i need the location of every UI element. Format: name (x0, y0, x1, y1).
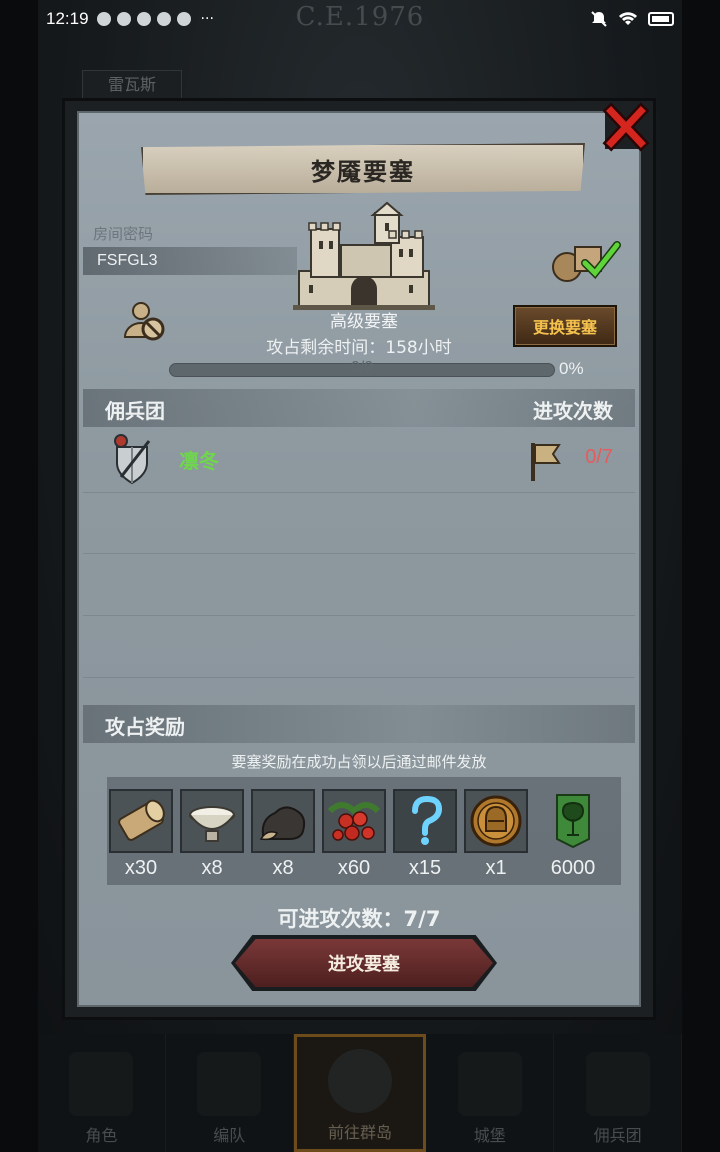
notification-icon (176, 12, 191, 26)
milk-bowl-icon (182, 791, 242, 851)
reward-icon-box (393, 789, 457, 853)
notification-icon (116, 12, 131, 26)
reward-item[interactable]: x60 (322, 789, 386, 880)
mercenary-header: 佣兵团 进攻次数 (83, 389, 635, 427)
status-bar: 12:19 ··· (0, 0, 720, 38)
rewards-header-label: 攻占奖励 (105, 715, 185, 739)
reward-qty: x30 (124, 857, 158, 879)
knight-helmet-coin-icon (466, 791, 526, 851)
supplies-ready-icon (552, 241, 621, 282)
room-code: FSFGL3 (83, 247, 297, 275)
mercenary-attack-count: 0/7 (585, 446, 613, 468)
fortress-dialog: 梦魇要塞 房间密码 FSFGL3 高级要塞 更换要塞 攻占剩余时间：158小时 … (62, 98, 656, 1020)
fortress-castle-icon (293, 201, 435, 310)
mercenary-header-label: 佣兵团 (105, 399, 165, 423)
reward-icon-box (109, 789, 173, 853)
reward-qty: x8 (272, 857, 294, 879)
mercenary-row[interactable]: 凛冬 0/7 (83, 431, 635, 493)
dialog-panel: 梦魇要塞 房间密码 FSFGL3 高级要塞 更换要塞 攻占剩余时间：158小时 … (77, 111, 641, 1007)
empty-row-divider (83, 677, 635, 678)
reward-qty: x1 (485, 857, 507, 879)
close-button[interactable] (599, 101, 651, 153)
available-attack-count: 可进攻次数：7/7 (277, 907, 441, 931)
reward-qty: 6000 (550, 857, 596, 879)
ore-rock-icon (253, 791, 313, 851)
remaining-time: 攻占剩余时间：158小时 (266, 338, 452, 358)
wifi-icon (619, 12, 637, 25)
dialog-title: 梦魇要塞 (311, 157, 415, 186)
reward-icon-box (180, 789, 244, 853)
flag-icon (531, 443, 561, 481)
reward-qty: x15 (408, 857, 442, 879)
mute-icon (591, 11, 607, 27)
notification-icon (136, 12, 151, 26)
reward-item[interactable]: x30 (109, 789, 173, 880)
room-code-label: 房间密码 (93, 225, 154, 243)
mystery-question-icon (395, 791, 455, 851)
wood-log-icon (111, 791, 171, 851)
progress-percent: 0% (559, 359, 584, 378)
empty-row-divider (83, 615, 635, 616)
notification-icon (96, 12, 111, 26)
reward-qty: x60 (337, 857, 371, 879)
reward-item[interactable]: x1 (464, 789, 528, 880)
battery-icon (648, 12, 674, 26)
reward-qty: x8 (201, 857, 223, 879)
rewards-note: 要塞奖励在成功占领以后通过邮件发放 (231, 753, 487, 771)
reward-icon-box (464, 789, 528, 853)
attack-fortress-button[interactable]: 进攻要塞 (235, 939, 493, 987)
reward-icon-box (541, 789, 605, 853)
more-notifications: ··· (200, 11, 214, 27)
reward-item[interactable]: x15 (393, 789, 457, 880)
notification-icon (156, 12, 171, 26)
shield-sword-icon (114, 434, 151, 485)
tree-banner-icon (556, 794, 590, 849)
status-time: 12:19 (46, 9, 89, 28)
reward-icon-box (251, 789, 315, 853)
reward-icon-box (322, 789, 386, 853)
fortress-name: 高级要塞 (330, 312, 398, 332)
rewards-header: 攻占奖励 (83, 705, 635, 743)
mercenary-name: 凛冬 (179, 449, 219, 473)
title-banner: 梦魇要塞 (141, 143, 585, 195)
close-icon (602, 102, 650, 152)
attack-count-header-label: 进攻次数 (533, 399, 613, 423)
reward-item[interactable]: x8 (180, 789, 244, 880)
rewards-strip: x30 x8 x8 x60 x15 x1 6000 (107, 777, 621, 885)
empty-row-divider (83, 553, 635, 554)
reward-item[interactable]: 6000 (541, 789, 605, 880)
progress-text: 0/0 (350, 359, 374, 376)
reward-item[interactable]: x8 (251, 789, 315, 880)
berries-icon (324, 791, 384, 851)
